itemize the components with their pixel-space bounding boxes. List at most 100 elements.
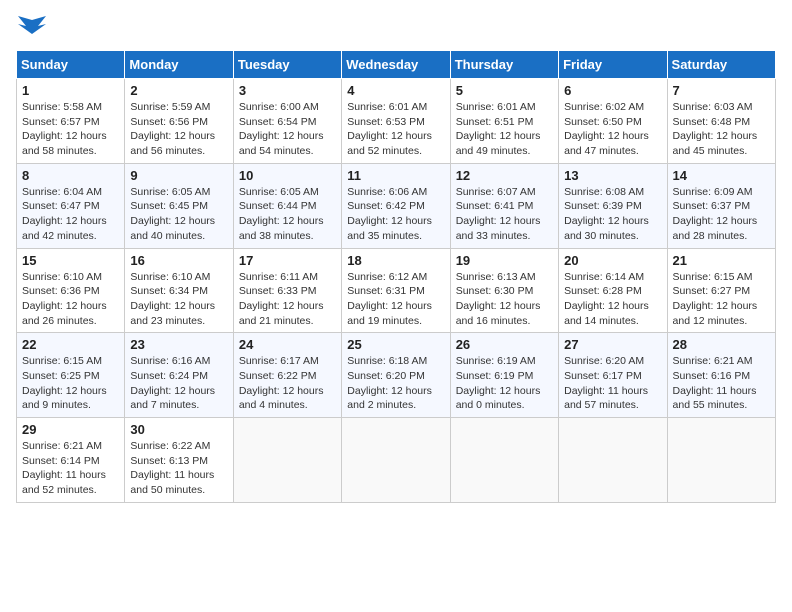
calendar-cell: 2 Sunrise: 5:59 AM Sunset: 6:56 PM Dayli… (125, 79, 233, 164)
calendar-cell: 17 Sunrise: 6:11 AM Sunset: 6:33 PM Dayl… (233, 248, 341, 333)
calendar-cell: 10 Sunrise: 6:05 AM Sunset: 6:44 PM Dayl… (233, 163, 341, 248)
calendar-cell: 7 Sunrise: 6:03 AM Sunset: 6:48 PM Dayli… (667, 79, 775, 164)
calendar-week-row: 8 Sunrise: 6:04 AM Sunset: 6:47 PM Dayli… (17, 163, 776, 248)
day-info: Sunrise: 6:04 AM Sunset: 6:47 PM Dayligh… (22, 185, 119, 244)
day-number: 30 (130, 422, 227, 437)
calendar-table: SundayMondayTuesdayWednesdayThursdayFrid… (16, 50, 776, 503)
day-info: Sunrise: 6:21 AM Sunset: 6:14 PM Dayligh… (22, 439, 119, 498)
day-info: Sunrise: 6:11 AM Sunset: 6:33 PM Dayligh… (239, 270, 336, 329)
calendar-cell: 27 Sunrise: 6:20 AM Sunset: 6:17 PM Dayl… (559, 333, 667, 418)
logo (16, 16, 46, 38)
calendar-cell: 6 Sunrise: 6:02 AM Sunset: 6:50 PM Dayli… (559, 79, 667, 164)
calendar-cell: 22 Sunrise: 6:15 AM Sunset: 6:25 PM Dayl… (17, 333, 125, 418)
day-number: 9 (130, 168, 227, 183)
calendar-cell (233, 418, 341, 503)
day-info: Sunrise: 6:00 AM Sunset: 6:54 PM Dayligh… (239, 100, 336, 159)
day-number: 23 (130, 337, 227, 352)
day-info: Sunrise: 6:10 AM Sunset: 6:36 PM Dayligh… (22, 270, 119, 329)
calendar-cell: 21 Sunrise: 6:15 AM Sunset: 6:27 PM Dayl… (667, 248, 775, 333)
day-info: Sunrise: 6:18 AM Sunset: 6:20 PM Dayligh… (347, 354, 444, 413)
day-number: 17 (239, 253, 336, 268)
calendar-week-row: 29 Sunrise: 6:21 AM Sunset: 6:14 PM Dayl… (17, 418, 776, 503)
day-info: Sunrise: 6:20 AM Sunset: 6:17 PM Dayligh… (564, 354, 661, 413)
day-number: 27 (564, 337, 661, 352)
day-info: Sunrise: 6:19 AM Sunset: 6:19 PM Dayligh… (456, 354, 553, 413)
calendar-cell: 12 Sunrise: 6:07 AM Sunset: 6:41 PM Dayl… (450, 163, 558, 248)
day-number: 29 (22, 422, 119, 437)
day-info: Sunrise: 6:08 AM Sunset: 6:39 PM Dayligh… (564, 185, 661, 244)
day-number: 16 (130, 253, 227, 268)
day-info: Sunrise: 6:17 AM Sunset: 6:22 PM Dayligh… (239, 354, 336, 413)
day-header-monday: Monday (125, 51, 233, 79)
calendar-week-row: 1 Sunrise: 5:58 AM Sunset: 6:57 PM Dayli… (17, 79, 776, 164)
day-number: 20 (564, 253, 661, 268)
calendar-cell: 30 Sunrise: 6:22 AM Sunset: 6:13 PM Dayl… (125, 418, 233, 503)
calendar-cell: 14 Sunrise: 6:09 AM Sunset: 6:37 PM Dayl… (667, 163, 775, 248)
calendar-cell: 8 Sunrise: 6:04 AM Sunset: 6:47 PM Dayli… (17, 163, 125, 248)
day-info: Sunrise: 5:58 AM Sunset: 6:57 PM Dayligh… (22, 100, 119, 159)
calendar-week-row: 22 Sunrise: 6:15 AM Sunset: 6:25 PM Dayl… (17, 333, 776, 418)
day-number: 10 (239, 168, 336, 183)
day-header-tuesday: Tuesday (233, 51, 341, 79)
calendar-cell (342, 418, 450, 503)
day-number: 14 (673, 168, 770, 183)
calendar-cell: 16 Sunrise: 6:10 AM Sunset: 6:34 PM Dayl… (125, 248, 233, 333)
day-number: 8 (22, 168, 119, 183)
day-number: 26 (456, 337, 553, 352)
day-info: Sunrise: 6:09 AM Sunset: 6:37 PM Dayligh… (673, 185, 770, 244)
logo-bird-icon (18, 16, 46, 38)
calendar-cell: 24 Sunrise: 6:17 AM Sunset: 6:22 PM Dayl… (233, 333, 341, 418)
day-info: Sunrise: 6:01 AM Sunset: 6:53 PM Dayligh… (347, 100, 444, 159)
day-header-thursday: Thursday (450, 51, 558, 79)
calendar-header-row: SundayMondayTuesdayWednesdayThursdayFrid… (17, 51, 776, 79)
day-number: 7 (673, 83, 770, 98)
calendar-cell: 18 Sunrise: 6:12 AM Sunset: 6:31 PM Dayl… (342, 248, 450, 333)
calendar-cell (559, 418, 667, 503)
calendar-cell: 19 Sunrise: 6:13 AM Sunset: 6:30 PM Dayl… (450, 248, 558, 333)
day-info: Sunrise: 6:15 AM Sunset: 6:27 PM Dayligh… (673, 270, 770, 329)
day-info: Sunrise: 6:10 AM Sunset: 6:34 PM Dayligh… (130, 270, 227, 329)
day-number: 1 (22, 83, 119, 98)
calendar-cell: 5 Sunrise: 6:01 AM Sunset: 6:51 PM Dayli… (450, 79, 558, 164)
day-info: Sunrise: 6:22 AM Sunset: 6:13 PM Dayligh… (130, 439, 227, 498)
day-number: 2 (130, 83, 227, 98)
day-number: 13 (564, 168, 661, 183)
day-info: Sunrise: 6:02 AM Sunset: 6:50 PM Dayligh… (564, 100, 661, 159)
day-number: 4 (347, 83, 444, 98)
calendar-cell: 3 Sunrise: 6:00 AM Sunset: 6:54 PM Dayli… (233, 79, 341, 164)
calendar-cell: 11 Sunrise: 6:06 AM Sunset: 6:42 PM Dayl… (342, 163, 450, 248)
day-number: 28 (673, 337, 770, 352)
day-header-wednesday: Wednesday (342, 51, 450, 79)
day-info: Sunrise: 6:13 AM Sunset: 6:30 PM Dayligh… (456, 270, 553, 329)
day-number: 5 (456, 83, 553, 98)
calendar-cell: 25 Sunrise: 6:18 AM Sunset: 6:20 PM Dayl… (342, 333, 450, 418)
day-number: 12 (456, 168, 553, 183)
day-header-sunday: Sunday (17, 51, 125, 79)
day-number: 11 (347, 168, 444, 183)
day-number: 6 (564, 83, 661, 98)
day-info: Sunrise: 6:01 AM Sunset: 6:51 PM Dayligh… (456, 100, 553, 159)
calendar-cell: 1 Sunrise: 5:58 AM Sunset: 6:57 PM Dayli… (17, 79, 125, 164)
day-number: 22 (22, 337, 119, 352)
day-info: Sunrise: 5:59 AM Sunset: 6:56 PM Dayligh… (130, 100, 227, 159)
calendar-cell: 20 Sunrise: 6:14 AM Sunset: 6:28 PM Dayl… (559, 248, 667, 333)
calendar-cell: 23 Sunrise: 6:16 AM Sunset: 6:24 PM Dayl… (125, 333, 233, 418)
day-info: Sunrise: 6:21 AM Sunset: 6:16 PM Dayligh… (673, 354, 770, 413)
calendar-cell: 29 Sunrise: 6:21 AM Sunset: 6:14 PM Dayl… (17, 418, 125, 503)
calendar-cell: 26 Sunrise: 6:19 AM Sunset: 6:19 PM Dayl… (450, 333, 558, 418)
calendar-cell: 28 Sunrise: 6:21 AM Sunset: 6:16 PM Dayl… (667, 333, 775, 418)
day-number: 19 (456, 253, 553, 268)
day-info: Sunrise: 6:12 AM Sunset: 6:31 PM Dayligh… (347, 270, 444, 329)
day-number: 21 (673, 253, 770, 268)
calendar-cell: 9 Sunrise: 6:05 AM Sunset: 6:45 PM Dayli… (125, 163, 233, 248)
page-header (16, 16, 776, 38)
calendar-cell: 15 Sunrise: 6:10 AM Sunset: 6:36 PM Dayl… (17, 248, 125, 333)
day-info: Sunrise: 6:05 AM Sunset: 6:45 PM Dayligh… (130, 185, 227, 244)
day-number: 15 (22, 253, 119, 268)
day-header-saturday: Saturday (667, 51, 775, 79)
day-number: 18 (347, 253, 444, 268)
day-info: Sunrise: 6:16 AM Sunset: 6:24 PM Dayligh… (130, 354, 227, 413)
calendar-week-row: 15 Sunrise: 6:10 AM Sunset: 6:36 PM Dayl… (17, 248, 776, 333)
day-info: Sunrise: 6:03 AM Sunset: 6:48 PM Dayligh… (673, 100, 770, 159)
day-info: Sunrise: 6:14 AM Sunset: 6:28 PM Dayligh… (564, 270, 661, 329)
